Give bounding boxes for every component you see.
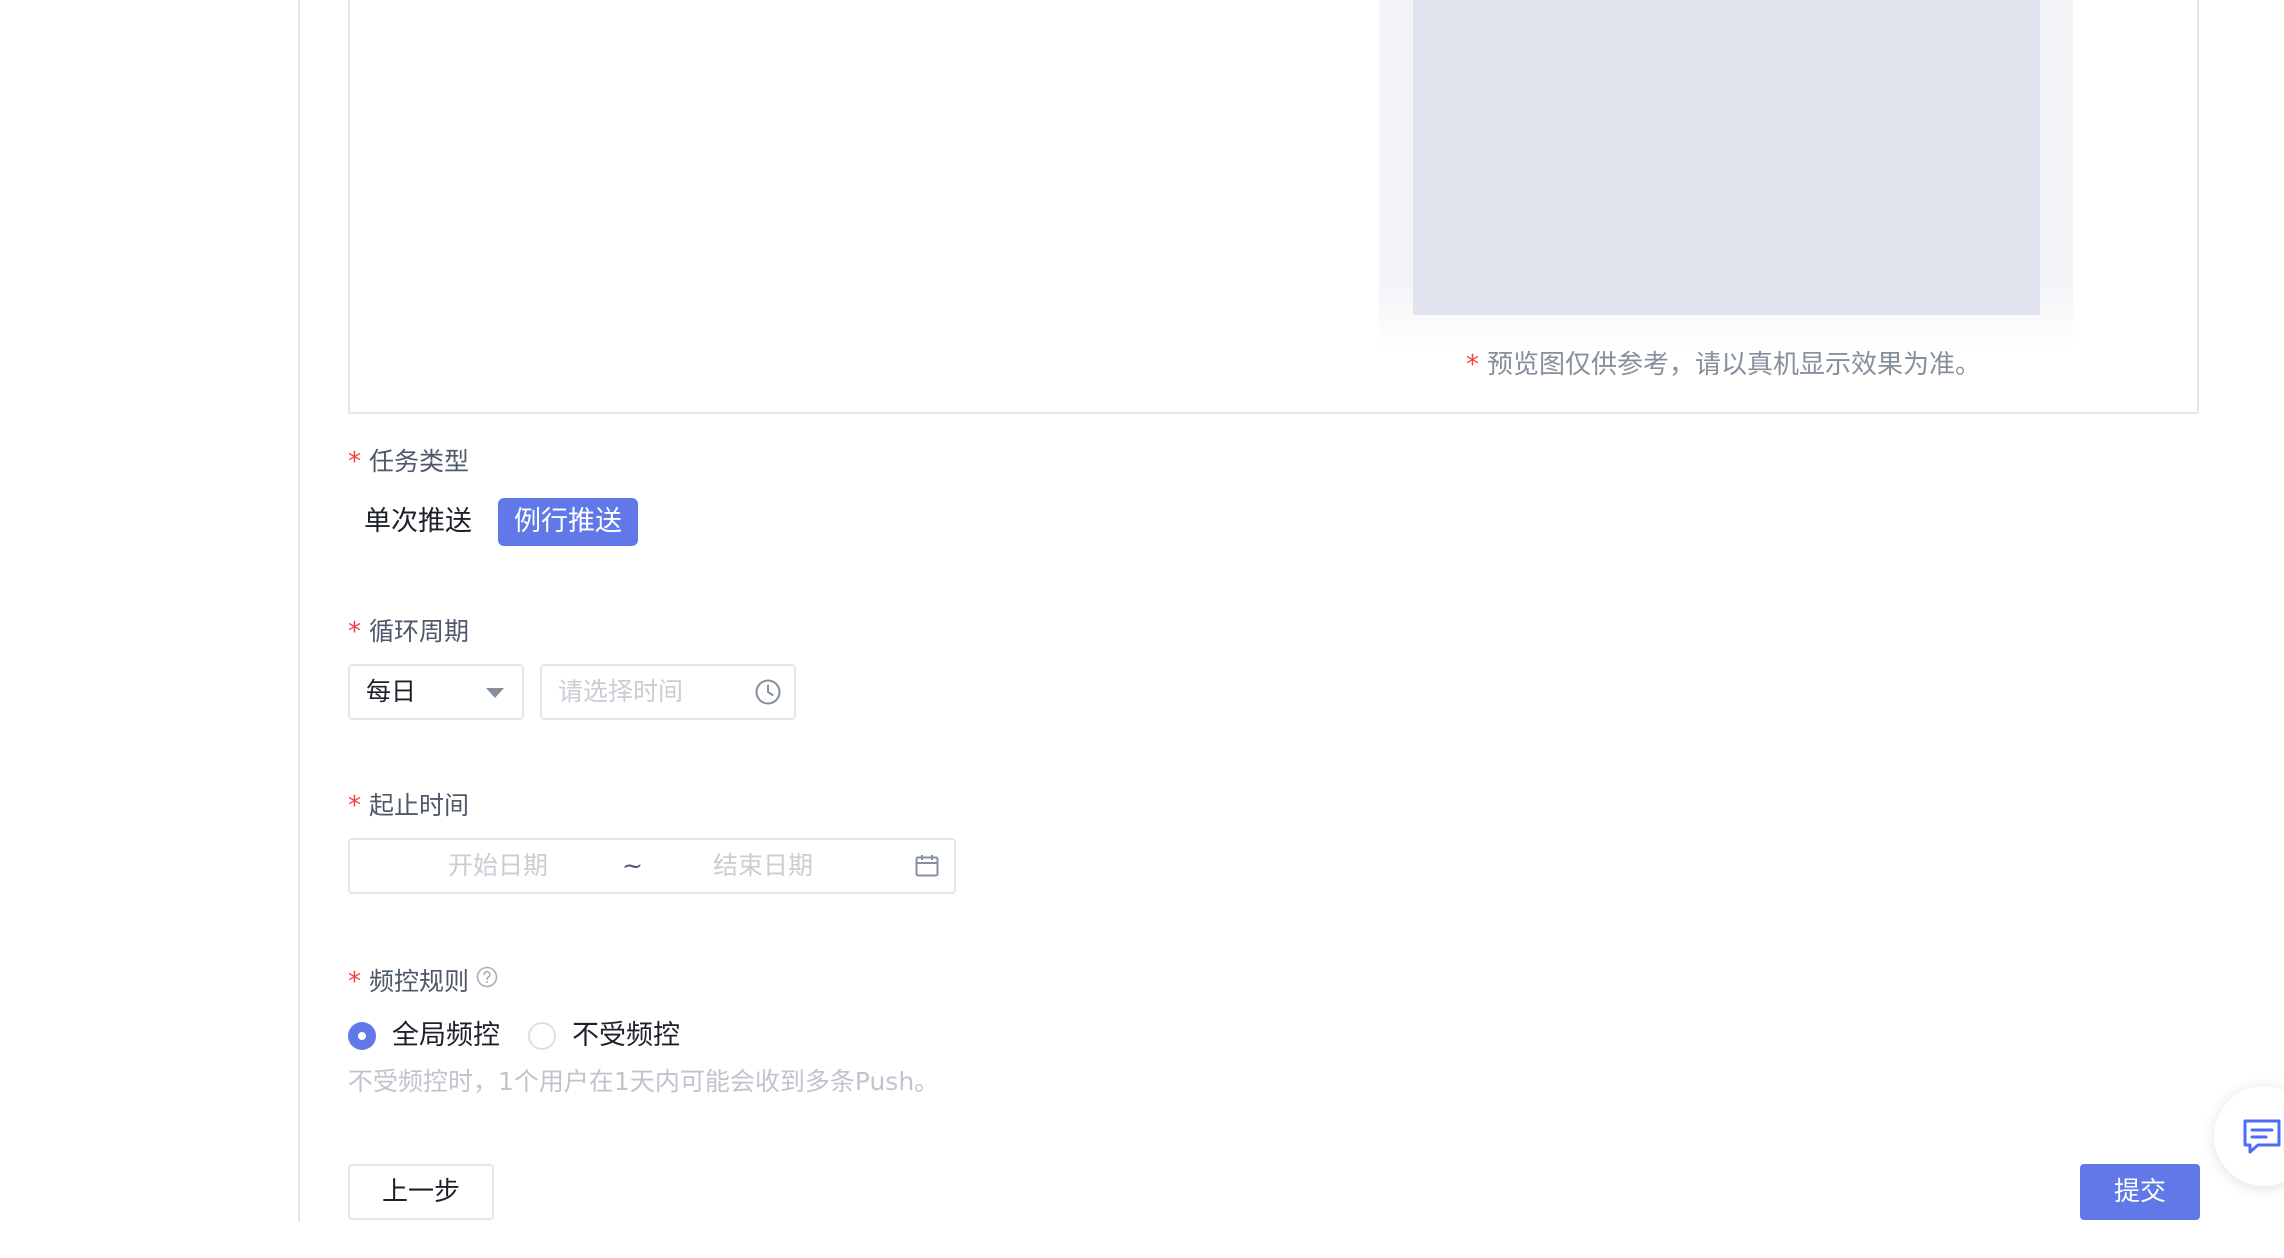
cycle-select[interactable]: 每日 — [348, 664, 524, 720]
calendar-icon — [915, 855, 939, 877]
radio-global-freq[interactable] — [348, 1022, 376, 1050]
radio-no-freq[interactable] — [528, 1022, 556, 1050]
task-type-label: * 任务类型 — [348, 442, 469, 478]
caret-down-icon — [486, 688, 504, 698]
radio-no-freq-label[interactable]: 不受频控 — [572, 1016, 680, 1056]
chat-icon — [2243, 1119, 2281, 1154]
preview-note: * 预览图仅供参考，请以真机显示效果为准。 — [1466, 344, 1981, 381]
date-range-picker[interactable]: 开始日期 ~ 结束日期 — [348, 838, 956, 894]
required-mark: * — [348, 617, 361, 647]
preview-note-text: 预览图仅供参考，请以真机显示效果为准。 — [1487, 350, 1982, 380]
required-mark: * — [348, 791, 361, 821]
prev-step-button[interactable]: 上一步 — [348, 1164, 494, 1220]
task-type-option-routine[interactable]: 例行推送 — [498, 498, 638, 546]
cycle-label-text: 循环周期 — [369, 617, 470, 646]
end-date-placeholder[interactable]: 结束日期 — [713, 840, 813, 892]
date-range-label-text: 起止时间 — [369, 791, 470, 820]
submit-button[interactable]: 提交 — [2080, 1164, 2200, 1220]
range-separator: ~ — [622, 851, 643, 880]
sidebar-divider — [298, 0, 300, 1222]
cycle-select-value: 每日 — [366, 677, 417, 706]
radio-global-freq-label[interactable]: 全局频控 — [392, 1016, 500, 1056]
start-date-placeholder[interactable]: 开始日期 — [448, 840, 548, 892]
time-picker-input[interactable]: 请选择时间 — [540, 664, 796, 720]
task-type-label-text: 任务类型 — [369, 447, 470, 476]
task-type-option-single[interactable]: 单次推送 — [348, 498, 488, 546]
required-mark: * — [348, 967, 361, 997]
question-circle-icon[interactable] — [476, 966, 498, 988]
required-mark: * — [1466, 350, 1479, 380]
freq-hint: 不受频控时，1个用户在1天内可能会收到多条Push。 — [348, 1067, 940, 1096]
freq-label: * 频控规则 — [348, 962, 469, 998]
required-mark: * — [348, 447, 361, 477]
date-range-label: * 起止时间 — [348, 786, 469, 822]
freq-label-text: 频控规则 — [369, 967, 470, 996]
cycle-label: * 循环周期 — [348, 612, 469, 648]
phone-preview-screen — [1413, 0, 2040, 315]
feedback-float-button[interactable] — [2214, 1086, 2284, 1186]
clock-icon — [755, 679, 781, 705]
time-placeholder: 请选择时间 — [558, 677, 684, 706]
